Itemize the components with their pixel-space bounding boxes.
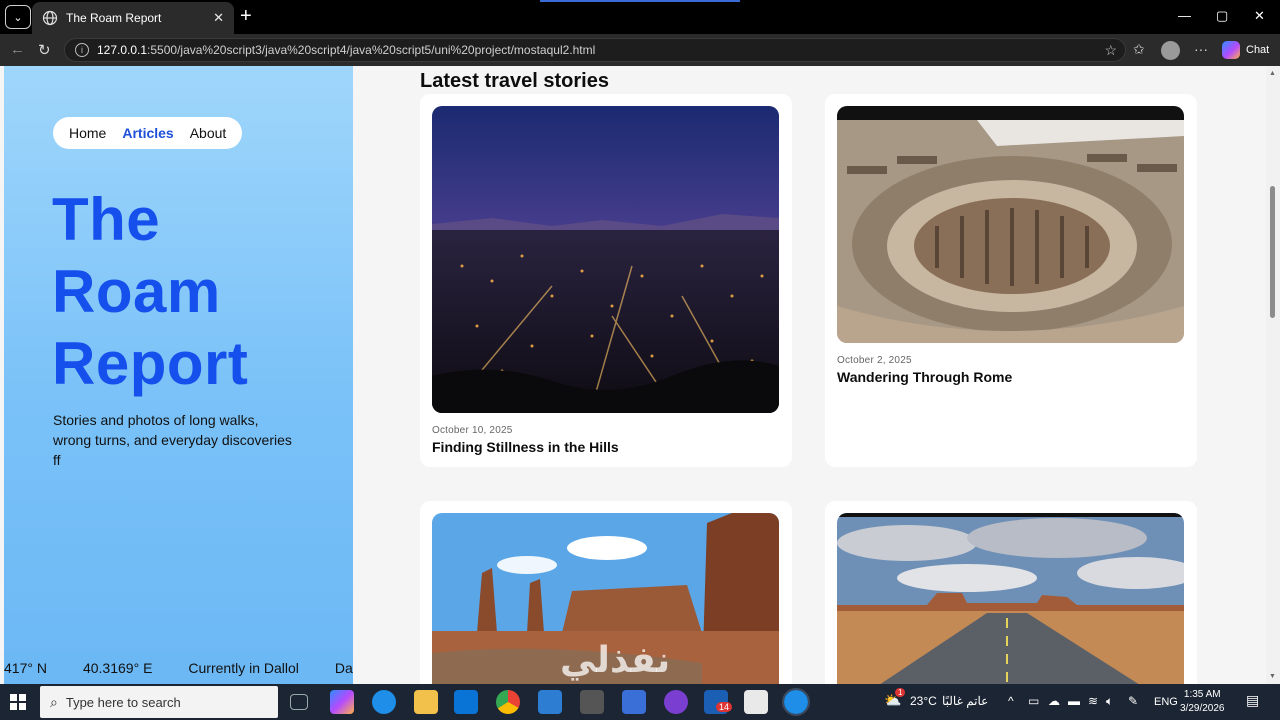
profile-avatar[interactable]: [1161, 41, 1180, 60]
nav-articles-link[interactable]: Articles: [122, 125, 173, 141]
story-card[interactable]: October 10, 2025 Finding Stillness in th…: [420, 94, 792, 467]
taskbar-search-box[interactable]: ⌕ Type here to search: [40, 686, 278, 718]
ticker-item: Currently in Dallol: [188, 660, 299, 676]
globe-icon: [42, 10, 58, 26]
language-indicator[interactable]: ENG: [1154, 696, 1178, 708]
site-description: Stories and photos of long walks, wrong …: [53, 412, 292, 468]
app-icon[interactable]: [744, 690, 768, 714]
url-text: 127.0.0.1:5500/java%20script3/java%20scr…: [97, 43, 596, 57]
app-icon[interactable]: [580, 690, 604, 714]
favorites-icon[interactable]: ✩: [1133, 41, 1145, 58]
back-icon[interactable]: ←: [10, 41, 25, 58]
scroll-down-icon[interactable]: ▼: [1269, 673, 1276, 680]
windows-taskbar: ⌕ Type here to search 14 ⛅ 1 23°C عاتم غ…: [0, 684, 1280, 720]
site-info-icon[interactable]: i: [75, 43, 89, 57]
mail-icon[interactable]: [454, 690, 478, 714]
tray-app-icon[interactable]: ▭: [1028, 694, 1039, 708]
page-viewport: Home Articles About The Roam Report Stor…: [4, 66, 1266, 684]
story-image-colosseum: [837, 106, 1184, 343]
windows-start-icon[interactable]: [10, 694, 26, 710]
copilot-icon: [1222, 41, 1240, 59]
task-view-icon[interactable]: [290, 694, 308, 710]
hero-sidebar: Home Articles About The Roam Report Stor…: [4, 66, 353, 684]
scroll-up-icon[interactable]: ▲: [1269, 70, 1276, 77]
nav-about-link[interactable]: About: [190, 125, 227, 141]
notifications-icon[interactable]: ▤: [1246, 692, 1259, 709]
edge-active-icon[interactable]: [782, 688, 810, 716]
app-icon[interactable]: [664, 690, 688, 714]
app-icon[interactable]: [622, 690, 646, 714]
section-title: Latest travel stories: [420, 70, 609, 92]
minimize-icon[interactable]: —: [1178, 8, 1191, 23]
search-icon: ⌕: [50, 693, 58, 710]
story-image-desert-highway: [837, 513, 1184, 684]
story-title[interactable]: Wandering Through Rome: [837, 369, 1185, 385]
notification-badge: 14: [716, 702, 733, 712]
new-tab-icon[interactable]: +: [240, 6, 252, 26]
onedrive-icon[interactable]: ☁: [1048, 694, 1060, 708]
story-card[interactable]: October 2, 2025 Wandering Through Rome: [825, 94, 1197, 467]
window-close-icon[interactable]: ✕: [1254, 8, 1265, 24]
refresh-icon[interactable]: ↻: [38, 41, 51, 59]
weather-temperature[interactable]: 23°C: [910, 694, 937, 708]
ticker-item: 40.3169° E: [82, 660, 153, 676]
browser-toolbar: ← ↻ i 127.0.0.1:5500/java%20script3/java…: [0, 34, 1280, 66]
weather-badge: 1: [895, 688, 906, 697]
tab-title: The Roam Report: [66, 11, 162, 25]
maximize-icon[interactable]: ▢: [1216, 8, 1228, 24]
story-card[interactable]: [825, 501, 1197, 684]
tab-list-button[interactable]: ⌄: [5, 5, 31, 29]
site-title: The Roam Report: [52, 186, 249, 397]
system-clock[interactable]: 1:35 AM 3/29/2026: [1180, 688, 1225, 716]
copilot-taskbar-icon[interactable]: [330, 690, 354, 714]
address-bar[interactable]: i 127.0.0.1:5500/java%20script3/java%20s…: [64, 38, 1126, 62]
tray-chevron-icon[interactable]: ^: [1008, 694, 1014, 708]
nav-home-link[interactable]: Home: [69, 125, 106, 141]
browser-tab[interactable]: The Roam Report ✕: [32, 2, 234, 34]
primary-nav: Home Articles About: [53, 117, 243, 149]
page-scrollbar[interactable]: ▲ ▼: [1266, 66, 1280, 684]
ticker-item: 417° N: [4, 660, 47, 676]
story-image-city-lights: [432, 106, 779, 413]
tab-loading-indicator: [540, 0, 740, 2]
tab-close-icon[interactable]: ✕: [213, 10, 224, 26]
story-date: October 2, 2025: [837, 355, 912, 366]
wifi-icon[interactable]: ≋: [1088, 694, 1098, 708]
scrollbar-thumb[interactable]: [1270, 186, 1275, 318]
more-options-icon[interactable]: ···: [1194, 41, 1208, 57]
story-date: October 10, 2025: [432, 425, 513, 436]
chrome-icon[interactable]: [496, 690, 520, 714]
app-icon[interactable]: [538, 690, 562, 714]
watermark-logo-arabic: نفذلي: [560, 640, 671, 681]
edge-icon[interactable]: [372, 690, 396, 714]
ticker-item: Dallo: [334, 660, 353, 676]
browser-tab-bar: ⌄ The Roam Report ✕ + — ▢ ✕: [0, 0, 1280, 34]
favorite-star-icon[interactable]: ☆: [1104, 42, 1117, 59]
location-ticker: 417° N 40.3169° E Currently in Dallol Da…: [4, 652, 353, 684]
pen-icon[interactable]: ✎: [1128, 694, 1138, 708]
copilot-chat-button[interactable]: Chat: [1222, 41, 1269, 59]
volume-icon[interactable]: 🔈︎: [1106, 694, 1113, 709]
stories-main: Latest travel stories October 10, 2025 F…: [353, 66, 1266, 684]
story-title[interactable]: Finding Stillness in the Hills: [432, 439, 780, 455]
file-explorer-icon[interactable]: [414, 690, 438, 714]
battery-icon[interactable]: ▬: [1068, 694, 1080, 708]
weather-condition: عاتم غالبًا: [942, 694, 989, 708]
